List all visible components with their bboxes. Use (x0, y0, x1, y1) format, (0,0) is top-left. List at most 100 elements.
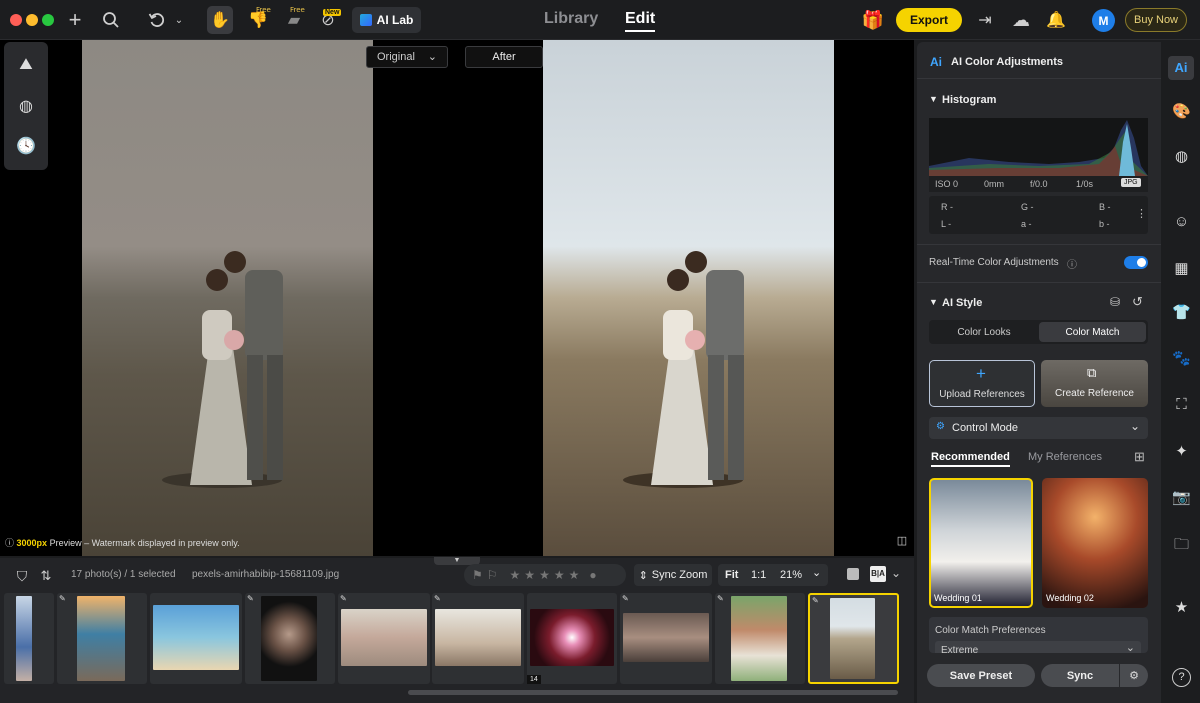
preferences-value: Extreme (941, 645, 979, 653)
star-icon-2[interactable]: ★ (524, 568, 535, 582)
collapse-triangle-icon[interactable]: ▼ (929, 94, 938, 104)
bookmark-star-icon[interactable]: ★ (1172, 598, 1191, 617)
current-filename: pexels-amirhabibip-15681109.jpg (192, 569, 340, 580)
film-thumbnail-selected[interactable]: ✎ (808, 593, 899, 684)
format-badge: JPG (1121, 178, 1141, 187)
camera-icon[interactable]: 📷 (1172, 488, 1191, 507)
ai-lab-button[interactable]: AI Lab (352, 7, 421, 33)
undo-icon[interactable] (146, 6, 168, 34)
view-options-chevron-icon[interactable]: ⌄ (891, 566, 901, 580)
reference-card-wedding-01[interactable]: Wedding 01 (929, 478, 1033, 608)
sync-settings-icon[interactable]: ⚙ (1120, 664, 1148, 687)
star-icon-4[interactable]: ★ (554, 568, 565, 582)
panel-title: AI Color Adjustments (951, 56, 1064, 68)
split-view-icon[interactable]: ◫ (895, 533, 909, 547)
history-clock-icon[interactable]: 🕓 (16, 136, 36, 156)
film-thumbnail[interactable]: ✎ (620, 593, 712, 684)
zoom-chevron-icon[interactable]: ⌄ (812, 566, 821, 579)
color-label-icon[interactable]: ● (589, 568, 596, 582)
buy-now-button[interactable]: Buy Now (1125, 8, 1187, 32)
tab-recommended[interactable]: Recommended (931, 451, 1010, 467)
preferences-label: Color Match Preferences (935, 625, 1046, 636)
landscape-ai-icon[interactable]: ⛰ (16, 56, 36, 76)
sort-icon[interactable]: ⇅ (36, 562, 56, 590)
before-after-view-icon[interactable]: B|A (870, 566, 886, 582)
single-view-icon[interactable] (847, 568, 859, 580)
film-thumbnail[interactable]: 14 (527, 593, 617, 684)
save-preset-button[interactable]: Save Preset (927, 664, 1035, 687)
export-button[interactable]: Export (896, 8, 962, 32)
help-icon[interactable]: ⓘ (1067, 256, 1077, 271)
create-reference-button[interactable]: ⧉ Create Reference (1041, 360, 1148, 407)
sync-button[interactable]: Sync (1041, 664, 1119, 687)
filter-icon[interactable]: ⛉ (12, 562, 32, 590)
filmstrip-scrollbar[interactable] (408, 690, 898, 695)
control-mode-select[interactable]: ⚙ Control Mode ⌄ (929, 417, 1148, 439)
film-thumbnail[interactable] (150, 593, 242, 684)
import-icon[interactable]: ⇥ (975, 6, 995, 34)
compare-mode-select[interactable]: Original ⌄ (366, 46, 448, 68)
palette-icon[interactable]: 🎨 (1172, 102, 1191, 121)
reset-icon[interactable]: ↺ (1132, 294, 1143, 310)
hand-tool-icon[interactable]: ✋ (207, 6, 233, 34)
search-icon[interactable] (100, 6, 122, 34)
grid-add-icon[interactable]: ⊞ (1134, 449, 1145, 465)
tab-my-references[interactable]: My References (1028, 451, 1102, 463)
window-zoom-button[interactable] (42, 14, 54, 26)
film-thumbnail[interactable]: ✎ (432, 593, 524, 684)
flag-icon[interactable]: ⚑ (472, 568, 483, 582)
realtime-label: Real-Time Color Adjustments (929, 257, 1059, 268)
ai-style-triangle-icon[interactable]: ▼ (929, 297, 938, 307)
texture-icon[interactable]: ◍ (16, 96, 36, 116)
zoom-controls: Fit 1:1 21% ⌄ (718, 564, 828, 586)
preferences-select[interactable]: Extreme ⌄ (935, 641, 1141, 653)
pet-paw-icon[interactable]: 🐾 (1172, 349, 1191, 368)
one-to-one-button[interactable]: 1:1 (751, 569, 766, 581)
more-options-icon[interactable]: ⋮ (1136, 207, 1147, 220)
texture-pattern-icon[interactable]: ◍ (1172, 147, 1191, 166)
folder-icon[interactable]: 🗀 (1172, 534, 1191, 553)
edited-icon: ✎ (812, 596, 819, 605)
bell-icon[interactable]: 🔔 (1046, 6, 1066, 34)
crop-frame-icon[interactable]: ⛶ (1172, 396, 1191, 415)
add-icon[interactable]: + (64, 6, 86, 34)
face-icon[interactable]: ☺ (1172, 213, 1191, 232)
histogram-graph (929, 120, 1148, 176)
tab-edit[interactable]: Edit (625, 10, 656, 32)
film-thumbnail[interactable]: ✎ (715, 593, 805, 684)
gift-icon[interactable]: 🎁 (861, 6, 885, 34)
after-photo (543, 40, 834, 556)
film-thumbnail[interactable]: ✎ (245, 593, 335, 684)
window-minimize-button[interactable] (26, 14, 38, 26)
save-style-icon[interactable]: ⛁ (1110, 295, 1120, 309)
star-icon-1[interactable]: ★ (510, 568, 521, 582)
undo-history-chevron-icon[interactable]: ⌄ (172, 6, 186, 34)
zoom-level[interactable]: 21% (780, 569, 802, 581)
cloud-icon[interactable]: ☁ (1010, 6, 1032, 34)
eraser-star-icon[interactable]: ✦ (1172, 442, 1191, 461)
star-icon-5[interactable]: ★ (569, 568, 580, 582)
histogram-title[interactable]: Histogram (942, 94, 996, 106)
reference-card-wedding-02[interactable]: Wedding 02 (1042, 478, 1148, 608)
reject-flag-icon[interactable]: ⚐ (487, 568, 498, 582)
avatar[interactable]: M (1092, 9, 1115, 32)
skin-grid-icon[interactable]: ▦ (1172, 259, 1191, 278)
realtime-toggle[interactable] (1124, 256, 1148, 269)
film-thumbnail[interactable]: ✎ (338, 593, 430, 684)
tab-library[interactable]: Library (544, 10, 598, 28)
edited-icon: ✎ (247, 594, 254, 603)
sync-zoom-button[interactable]: ⇕ Sync Zoom (634, 564, 712, 586)
ai-style-title[interactable]: AI Style (942, 297, 982, 309)
star-icon-3[interactable]: ★ (539, 568, 550, 582)
window-close-button[interactable] (10, 14, 22, 26)
upload-references-button[interactable]: + Upload References (929, 360, 1035, 407)
edited-icon: ✎ (622, 594, 629, 603)
fit-button[interactable]: Fit (725, 569, 738, 581)
film-thumbnail[interactable] (4, 593, 54, 684)
body-shirt-icon[interactable]: 👕 (1172, 303, 1191, 322)
tab-color-looks[interactable]: Color Looks (931, 322, 1037, 342)
film-thumbnail[interactable]: ✎ (57, 593, 147, 684)
tab-color-match[interactable]: Color Match (1039, 322, 1146, 342)
help-circle-icon[interactable]: ? (1172, 668, 1191, 687)
ai-adjustments-icon[interactable]: Ai (1168, 56, 1194, 80)
